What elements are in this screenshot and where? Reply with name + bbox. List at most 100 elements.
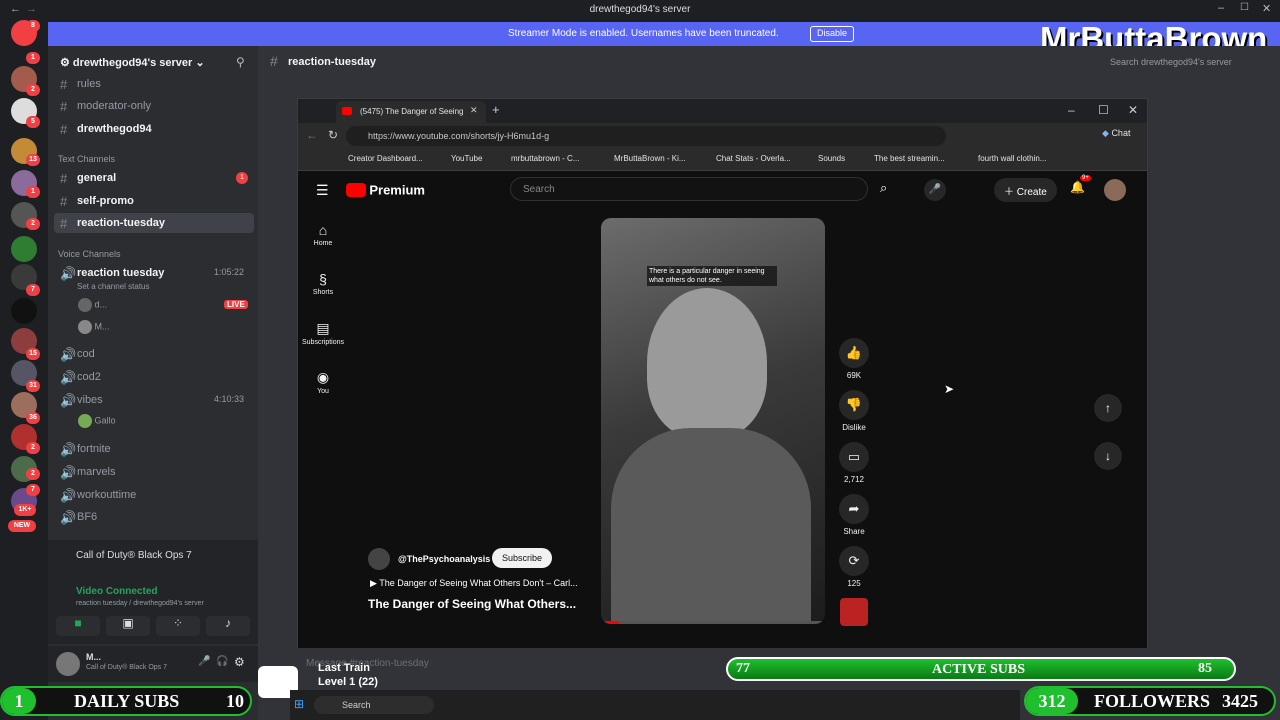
active-subs-bar: 77 ACTIVE SUBS 85 bbox=[726, 657, 1236, 681]
mic-icon[interactable]: 🎤 bbox=[924, 179, 946, 201]
avatar[interactable] bbox=[56, 652, 80, 676]
followers-count: 312 bbox=[1026, 688, 1078, 714]
notification-badge: 1 bbox=[26, 52, 40, 64]
new-tab-icon[interactable]: + bbox=[492, 102, 500, 117]
voice-user[interactable]: d... bbox=[78, 298, 107, 312]
channel-item[interactable]: # moderator-only bbox=[48, 96, 258, 116]
bookmark[interactable]: Creator Dashboard... bbox=[348, 154, 423, 163]
next-short-button[interactable]: ↓ bbox=[1094, 442, 1122, 470]
nav-shorts[interactable]: § Shorts bbox=[302, 271, 344, 296]
voice-channel-item[interactable]: 🔊 workouttime bbox=[48, 485, 258, 505]
voice-user[interactable]: Gallo bbox=[78, 414, 116, 428]
youtube-logo[interactable]: Premium bbox=[346, 182, 425, 197]
create-button[interactable]: ＋ Create bbox=[994, 178, 1057, 202]
nav-home[interactable]: ⌂ Home bbox=[302, 222, 344, 247]
server-name[interactable]: ⚙ drewthegod94's server ⌄ bbox=[60, 56, 205, 69]
minimize-icon[interactable]: – bbox=[1068, 103, 1075, 117]
channel-item[interactable]: # rules bbox=[48, 74, 258, 94]
voice-channel-item[interactable]: 🔊 fortnite bbox=[48, 439, 258, 459]
progress-bar[interactable] bbox=[601, 621, 825, 624]
refresh-icon[interactable]: ↻ bbox=[328, 128, 338, 142]
minimize-icon[interactable]: – bbox=[1218, 2, 1224, 14]
activities-button[interactable]: ⁘ bbox=[156, 616, 200, 636]
bookmark[interactable]: Sounds bbox=[818, 154, 845, 163]
window-title: drewthegod94's server bbox=[589, 4, 691, 15]
like-button[interactable]: 👍 69K bbox=[838, 338, 870, 380]
nav-subscriptions[interactable]: ▤ Subscriptions bbox=[302, 320, 344, 346]
channel-item[interactable]: # self-promo bbox=[48, 191, 258, 211]
close-tab-icon[interactable]: ✕ bbox=[470, 105, 478, 116]
playlist-link[interactable]: ▶ The Danger of Seeing What Others Don't… bbox=[370, 578, 578, 589]
browser-tab[interactable]: (5475) The Danger of Seeing ✕ bbox=[336, 101, 486, 123]
taskbar-search[interactable]: Search bbox=[314, 696, 434, 714]
gear-icon[interactable]: ⚙ bbox=[234, 655, 245, 669]
daily-subs-bar: 1 DAILY SUBS 10 bbox=[0, 686, 252, 716]
add-member-icon[interactable]: ⚲ bbox=[236, 55, 245, 69]
avatar[interactable] bbox=[1104, 179, 1126, 201]
daily-subs-count: 1 bbox=[2, 688, 36, 714]
share-button[interactable]: ➦ Share bbox=[838, 494, 870, 536]
voice-channel-item[interactable]: 🔊 vibes 4:10:33 bbox=[48, 390, 258, 410]
bookmark[interactable]: The best streamin... bbox=[874, 154, 945, 163]
channel-avatar[interactable] bbox=[368, 548, 390, 570]
channel-item-selected[interactable]: # reaction-tuesday bbox=[54, 213, 254, 233]
channel-name[interactable]: @ThePsychoanalysis bbox=[398, 554, 490, 564]
maximize-icon[interactable]: ☐ bbox=[1098, 103, 1109, 117]
voice-channel-item[interactable]: 🔊 cod2 bbox=[48, 367, 258, 387]
close-icon[interactable]: ✕ bbox=[1262, 2, 1271, 15]
followers-goal: 3425 bbox=[1222, 691, 1258, 711]
active-subs-label: ACTIVE SUBS bbox=[932, 662, 1025, 677]
copilot-chat-button[interactable]: ◆ Chat bbox=[1102, 128, 1130, 139]
speaker-suit bbox=[611, 428, 811, 624]
disable-streamer-button[interactable]: Disable bbox=[810, 26, 855, 42]
mic-icon[interactable]: 🎤 bbox=[198, 656, 210, 667]
server-icon[interactable] bbox=[11, 236, 37, 262]
channel-status[interactable]: Set a channel status bbox=[77, 282, 150, 291]
soundboard-button[interactable]: ♪ bbox=[206, 616, 250, 636]
remix-button[interactable]: ⟳ 125 bbox=[838, 546, 870, 588]
video-button[interactable]: ■ bbox=[56, 616, 100, 636]
bookmark[interactable]: fourth wall clothin... bbox=[978, 154, 1046, 163]
previous-short-button[interactable]: ↑ bbox=[1094, 394, 1122, 422]
dislike-button[interactable]: 👎 Dislike bbox=[838, 390, 870, 432]
bookmark[interactable]: YouTube bbox=[451, 154, 482, 163]
search-input[interactable]: Search drewthegod94's server bbox=[1110, 57, 1232, 67]
channel-item[interactable]: # general 1 bbox=[48, 168, 258, 188]
comments-button[interactable]: ▭ 2,712 bbox=[838, 442, 870, 484]
voice-channel-item[interactable]: 🔊 reaction tuesday 1:05:22 bbox=[48, 263, 258, 283]
bookmarks-bar: Creator Dashboard... YouTube mrbuttabrow… bbox=[298, 149, 1147, 171]
category-header[interactable]: Text Channels bbox=[58, 154, 115, 164]
voice-channel-item[interactable]: 🔊 marvels bbox=[48, 462, 258, 482]
voice-user[interactable]: M... bbox=[78, 320, 110, 334]
bookmark[interactable]: mrbuttabrown - C... bbox=[511, 154, 579, 163]
server-icon[interactable] bbox=[11, 298, 37, 324]
channel-item[interactable]: # drewthegod94 bbox=[48, 119, 258, 139]
menu-icon[interactable]: ☰ bbox=[316, 182, 329, 199]
bookmark[interactable]: MrButtaBrown - Ki... bbox=[614, 154, 686, 163]
server-rail: 8 1 2 5 13 1 2 7 15 31 36 2 2 7 1K+ NEW bbox=[0, 20, 48, 720]
short-video-player[interactable]: There is a particular danger in seeing w… bbox=[601, 218, 825, 624]
channel-sidebar: ⚙ drewthegod94's server ⌄ ⚲ # rules # mode… bbox=[48, 46, 258, 720]
voice-channel-item[interactable]: 🔊 cod bbox=[48, 344, 258, 364]
screen-share-button[interactable]: ▣ bbox=[106, 616, 150, 636]
avatar bbox=[78, 320, 92, 334]
nav-you[interactable]: ◉ You bbox=[302, 369, 344, 395]
song-level: Level 1 (22) bbox=[318, 676, 378, 688]
bookmark[interactable]: Chat Stats - Overla... bbox=[716, 154, 791, 163]
bell-icon[interactable]: 🔔 bbox=[1070, 180, 1085, 194]
close-icon[interactable]: ✕ bbox=[1128, 103, 1138, 117]
notification-badge: 2 bbox=[26, 84, 40, 96]
category-header[interactable]: Voice Channels bbox=[58, 249, 121, 259]
maximize-icon[interactable]: ☐ bbox=[1240, 2, 1249, 13]
username: M... bbox=[86, 652, 101, 662]
windows-start-icon[interactable]: ⊞ bbox=[294, 697, 304, 711]
server-icon: ⚙ bbox=[60, 57, 73, 69]
headphones-icon[interactable]: 🎧 bbox=[216, 656, 228, 667]
sound-thumbnail[interactable] bbox=[840, 598, 868, 626]
url-input[interactable]: https://www.youtube.com/shorts/jy-H6mu1d… bbox=[346, 126, 946, 146]
subscribe-button[interactable]: Subscribe bbox=[492, 548, 553, 568]
search-icon[interactable]: ⌕ bbox=[880, 180, 887, 196]
yt-search-input[interactable]: Search bbox=[510, 177, 868, 201]
back-icon[interactable]: ← bbox=[306, 128, 318, 142]
voice-channel-item[interactable]: 🔊 BF6 bbox=[48, 507, 258, 527]
